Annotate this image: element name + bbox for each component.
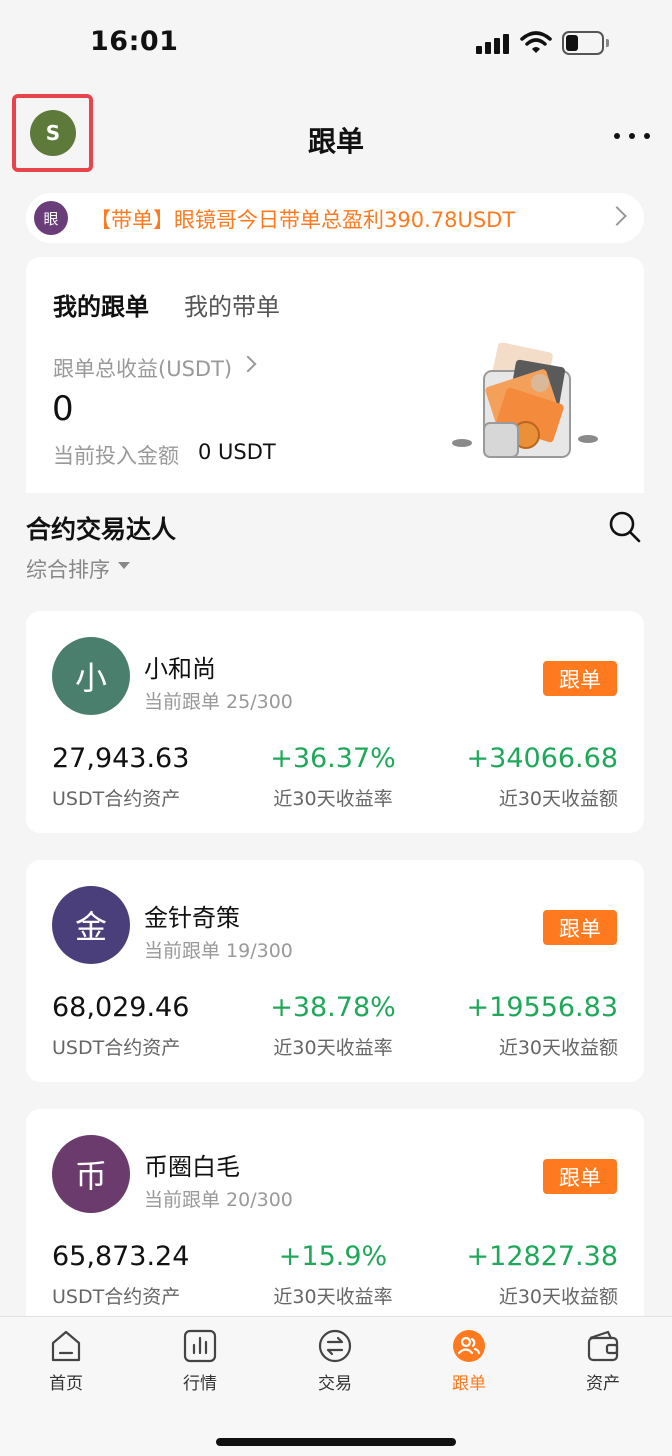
trader-rate: +38.78%	[270, 992, 396, 1023]
follow-button[interactable]: 跟单	[543, 910, 617, 945]
total-profit-label[interactable]: 跟单总收益(USDT)	[53, 353, 232, 383]
trader-amount: +34066.68	[466, 743, 618, 774]
wallet-icon	[587, 1330, 619, 1362]
trader-card[interactable]: 币 币圈白毛 当前跟单 20/300 跟单 65,873.24 USDT合约资产…	[26, 1109, 644, 1331]
trader-amount-label: 近30天收益额	[498, 1037, 618, 1059]
battery-icon	[562, 31, 609, 55]
more-icon[interactable]	[614, 130, 650, 142]
follow-summary-card: 我的跟单 我的带单 跟单总收益(USDT) 0 当前投入金额 0 USDT	[26, 257, 644, 493]
trader-card[interactable]: 金 金针奇策 当前跟单 19/300 跟单 68,029.46 USDT合约资产…	[26, 860, 644, 1082]
trader-asset-label: USDT合约资产	[52, 788, 181, 810]
section-title: 合约交易达人	[26, 515, 177, 544]
trader-rate-label: 近30天收益率	[273, 1037, 393, 1059]
trader-avatar: 小	[52, 637, 130, 715]
tab-label: 资产	[586, 1374, 620, 1394]
trader-card[interactable]: 小 小和尚 当前跟单 25/300 跟单 27,943.63 USDT合约资产 …	[26, 611, 644, 833]
home-indicator	[216, 1438, 456, 1446]
trader-amount: +19556.83	[466, 992, 618, 1023]
home-icon	[51, 1330, 81, 1362]
tab-home[interactable]: 首页	[16, 1329, 116, 1399]
trader-asset-label: USDT合约资产	[52, 1037, 181, 1059]
trader-name: 金针奇策	[144, 904, 240, 932]
sort-dropdown[interactable]: 综合排序	[26, 554, 110, 584]
tab-market[interactable]: 行情	[150, 1329, 250, 1399]
trader-follow-count: 当前跟单 19/300	[144, 940, 293, 962]
announcement-badge: 眼	[34, 201, 68, 235]
copy-trade-icon	[453, 1330, 485, 1362]
trader-amount-label: 近30天收益额	[498, 1286, 618, 1308]
trader-rate: +36.37%	[270, 743, 396, 774]
page-title: 跟单	[307, 125, 364, 158]
trader-name: 小和尚	[144, 655, 216, 683]
trader-amount: +12827.38	[466, 1241, 618, 1272]
announcement-text: 【带单】眼镜哥今日带单总盈利390.78USDT	[90, 208, 516, 232]
tab-my-leads[interactable]: 我的带单	[184, 287, 280, 322]
trader-rate-label: 近30天收益率	[273, 788, 393, 810]
search-icon[interactable]	[608, 510, 642, 544]
trader-follow-count: 当前跟单 20/300	[144, 1189, 293, 1211]
tab-label: 首页	[49, 1374, 83, 1394]
invest-amount-label: 当前投入金额	[53, 444, 179, 468]
wallet-illustration-icon	[452, 343, 598, 458]
tab-label: 交易	[318, 1374, 352, 1394]
chevron-right-icon	[239, 355, 257, 373]
bottom-tab-bar: 首页 行情 交易 跟单 资产	[0, 1316, 672, 1456]
tab-my-follows[interactable]: 我的跟单	[53, 287, 149, 322]
trader-avatar: 金	[52, 886, 130, 964]
trader-avatar: 币	[52, 1135, 130, 1213]
trader-rate: +15.9%	[278, 1241, 388, 1272]
status-time: 16:01	[90, 26, 179, 57]
invest-amount-value: 0 USDT	[198, 440, 276, 464]
trader-asset-label: USDT合约资产	[52, 1286, 181, 1308]
chart-icon	[183, 1329, 217, 1363]
trader-name: 币圈白毛	[144, 1153, 240, 1181]
trader-rate-label: 近30天收益率	[273, 1286, 393, 1308]
tab-label: 行情	[183, 1374, 217, 1394]
chevron-right-icon	[607, 206, 627, 226]
follow-page: 16:01 S 跟单 眼 【带单】眼镜哥今日带单总盈利390.78USDT 我的…	[0, 0, 672, 1456]
trader-asset: 27,943.63	[52, 743, 190, 774]
trader-amount-label: 近30天收益额	[498, 788, 618, 810]
total-profit-value: 0	[52, 389, 74, 429]
tab-copy-trade[interactable]: 跟单	[419, 1329, 519, 1399]
tab-trade[interactable]: 交易	[285, 1329, 385, 1399]
tab-label: 跟单	[452, 1374, 486, 1394]
caret-down-icon	[118, 562, 130, 569]
announcement-banner[interactable]: 眼 【带单】眼镜哥今日带单总盈利390.78USDT	[26, 193, 644, 243]
exchange-icon	[318, 1329, 352, 1363]
status-bar: 16:01	[0, 0, 672, 88]
wifi-icon	[520, 31, 552, 53]
follow-button[interactable]: 跟单	[543, 661, 617, 696]
trader-follow-count: 当前跟单 25/300	[144, 691, 293, 713]
trader-asset: 65,873.24	[52, 1241, 190, 1272]
signal-icon	[476, 32, 512, 54]
tab-assets[interactable]: 资产	[553, 1329, 653, 1399]
follow-button[interactable]: 跟单	[543, 1159, 617, 1194]
trader-asset: 68,029.46	[52, 992, 190, 1023]
